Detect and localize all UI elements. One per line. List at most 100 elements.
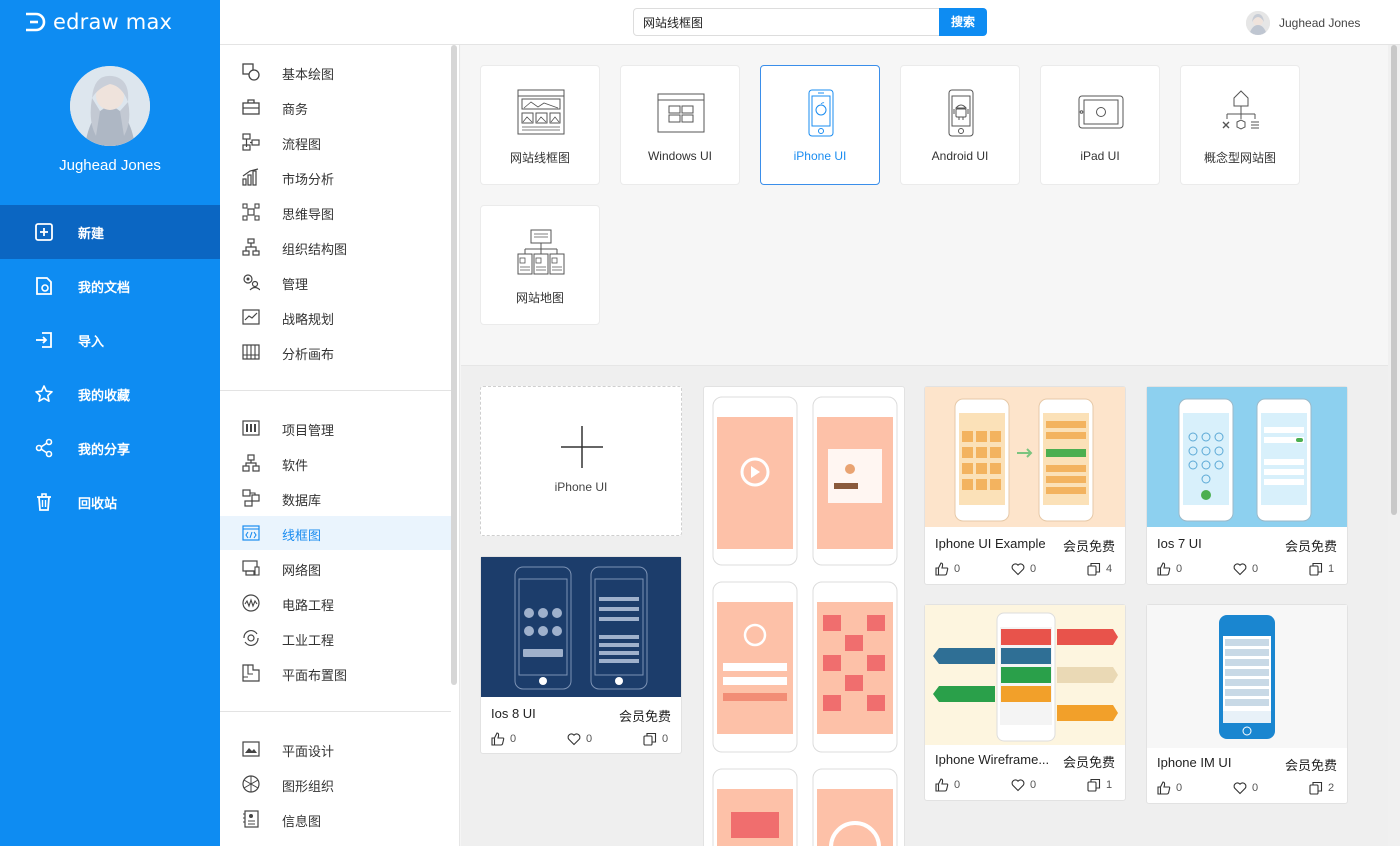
nav-my-documents[interactable]: 我的文档: [0, 259, 220, 313]
template-type-label: iPhone UI: [793, 149, 847, 163]
category-network[interactable]: 网络图: [220, 551, 451, 585]
main-scrollbar-thumb[interactable]: [1391, 45, 1397, 515]
copy-button[interactable]: 0: [643, 732, 668, 746]
concept-site-icon: [1222, 90, 1259, 130]
category-database[interactable]: 数据库: [220, 481, 451, 515]
template-stats: 0 0 1: [1157, 562, 1337, 578]
template-card-iphone-im-ui[interactable]: Iphone IM UI 会员免费 0 0 2: [1146, 604, 1348, 804]
like-button[interactable]: 0: [1157, 562, 1182, 576]
category-graphic-design[interactable]: 平面设计: [220, 732, 451, 766]
template-type-ipad-ui[interactable]: iPad UI: [1040, 65, 1160, 185]
category-label: 信息图: [282, 814, 322, 829]
like-button[interactable]: 0: [1157, 781, 1182, 795]
copy-button[interactable]: 1: [1087, 778, 1112, 792]
top-user-menu[interactable]: Jughead Jones: [1246, 11, 1360, 35]
category-infographic[interactable]: 信息图: [220, 802, 451, 836]
template-type-iphone-ui[interactable]: iPhone UI: [760, 65, 880, 185]
template-card-ios7[interactable]: Ios 7 UI 会员免费 0 0 1: [1146, 386, 1348, 585]
ipad-ui-icon: [1078, 95, 1124, 129]
category-floor-plan[interactable]: 平面布置图: [220, 656, 451, 690]
category-label: 商务: [282, 102, 309, 117]
category-wireframe[interactable]: 线框图: [220, 516, 451, 550]
category-management[interactable]: 管理: [220, 265, 451, 299]
strategy-icon: [242, 309, 260, 325]
template-type-concept-site[interactable]: 概念型网站图: [1180, 65, 1300, 185]
search-button[interactable]: 搜索: [939, 8, 987, 36]
like-count: 0: [954, 779, 961, 791]
iphone-im-ui-preview-image: [1219, 615, 1275, 739]
category-project-management[interactable]: 项目管理: [220, 411, 451, 445]
copy-button[interactable]: 2: [1309, 781, 1334, 795]
category-label: 组织结构图: [282, 242, 348, 257]
template-card-iphone-wireframe[interactable]: Iphone Wireframe... 会员免费 0 0 1: [924, 604, 1126, 801]
category-analysis-canvas[interactable]: 分析画布: [220, 335, 451, 369]
search-input[interactable]: [633, 8, 940, 36]
iphone-ui-icon: [808, 89, 834, 137]
category-basic-drawing[interactable]: 基本绘图: [220, 55, 451, 89]
nav-trash-label: 回收站: [78, 495, 118, 511]
template-type-label: 网站地图: [515, 291, 564, 305]
favorite-count: 0: [1252, 563, 1259, 575]
iphone-ui-example-preview-image: [954, 398, 1094, 522]
category-business[interactable]: 商务: [220, 90, 451, 124]
like-button[interactable]: 0: [491, 732, 516, 746]
app-logo[interactable]: edraw max: [22, 8, 172, 36]
nav-new[interactable]: 新建: [0, 205, 220, 259]
category-flowchart[interactable]: 流程图: [220, 125, 451, 159]
like-button[interactable]: 0: [935, 778, 960, 792]
user-avatar[interactable]: [70, 66, 150, 146]
category-graphic-organizer[interactable]: 图形组织: [220, 767, 451, 801]
category-label: 电路工程: [282, 598, 335, 613]
favorite-button[interactable]: 0: [1011, 562, 1036, 576]
favorite-count: 0: [1030, 779, 1037, 791]
favorite-button[interactable]: 0: [1233, 781, 1258, 795]
like-button[interactable]: 0: [935, 562, 960, 576]
wireframe-code-icon: [242, 525, 260, 541]
template-type-website-wireframe[interactable]: 网站线框图: [480, 65, 600, 185]
nav-shares[interactable]: 我的分享: [0, 421, 220, 475]
template-card-ios8[interactable]: Ios 8 UI 会员免费 0 0 0: [480, 556, 682, 754]
copy-button[interactable]: 4: [1087, 562, 1112, 576]
category-org-chart[interactable]: 组织结构图: [220, 230, 451, 264]
template-badge: 会员免费: [1284, 539, 1337, 554]
template-type-label: Windows UI: [647, 149, 712, 163]
flowchart-icon: [242, 133, 260, 151]
import-icon: [36, 332, 52, 348]
template-card-iphone-ui-example[interactable]: Iphone UI Example 会员免费 0 0 4: [924, 386, 1126, 585]
category-label: 线框图: [282, 528, 322, 543]
category-industrial[interactable]: 工业工程: [220, 621, 451, 655]
category-label: 项目管理: [282, 423, 335, 438]
nav-favorites[interactable]: 我的收藏: [0, 367, 220, 421]
template-card-iphone-screens[interactable]: [703, 386, 905, 846]
thumbs-up-icon: [1157, 781, 1171, 795]
category-mind-map[interactable]: 思维导图: [220, 195, 451, 229]
infographic-icon: [243, 810, 259, 828]
category-strategy[interactable]: 战略规划: [220, 300, 451, 334]
favorite-button[interactable]: 0: [1011, 778, 1036, 792]
template-type-android-ui[interactable]: Android UI: [900, 65, 1020, 185]
category-circuit[interactable]: 电路工程: [220, 586, 451, 620]
nav-import[interactable]: 导入: [0, 313, 220, 367]
category-market-analysis[interactable]: 市场分析: [220, 160, 451, 194]
share-icon: [35, 438, 53, 458]
favorite-count: 0: [586, 733, 593, 745]
main-scrollbar[interactable]: [1388, 45, 1400, 846]
copy-icon: [1087, 778, 1101, 792]
template-stats: 0 0 4: [935, 562, 1115, 578]
nav-trash[interactable]: 回收站: [0, 475, 220, 529]
gantt-icon: [242, 420, 260, 436]
template-type-sitemap[interactable]: 网站地图: [480, 205, 600, 325]
new-blank-template[interactable]: iPhone UI: [480, 386, 682, 536]
favorite-button[interactable]: 0: [1233, 562, 1258, 576]
template-type-windows-ui[interactable]: Windows UI: [620, 65, 740, 185]
thumbs-up-icon: [491, 732, 505, 746]
gear-person-icon: [243, 274, 260, 291]
template-thumbnail: [481, 557, 681, 697]
sitemap-icon: [517, 229, 565, 275]
template-title: Ios 8 UI: [491, 706, 536, 721]
copy-button[interactable]: 1: [1309, 562, 1334, 576]
category-scrollbar[interactable]: [451, 45, 457, 685]
category-software[interactable]: 软件: [220, 446, 451, 480]
favorite-button[interactable]: 0: [567, 732, 592, 746]
template-title: Iphone IM UI: [1157, 755, 1232, 770]
